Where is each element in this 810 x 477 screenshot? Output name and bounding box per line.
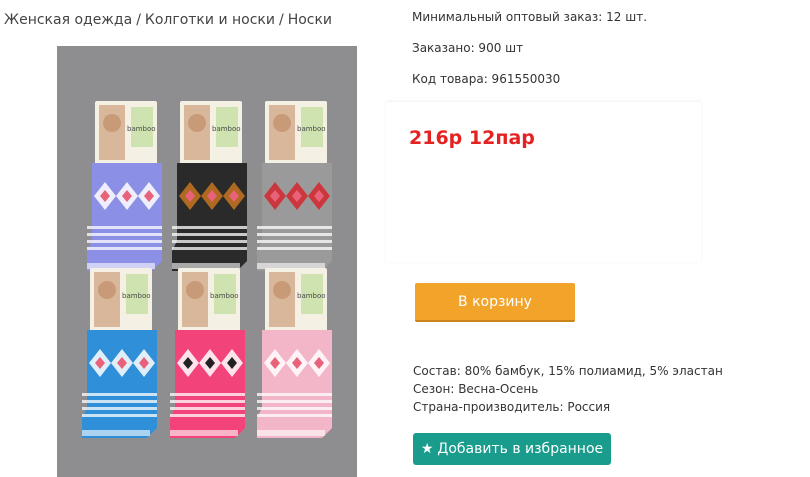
product-code-text: Код товара: 961550030 [412, 72, 561, 86]
breadcrumb: Женская одежда / Колготки и носки / Носки [4, 12, 332, 28]
socks-photo: bamboo bamboo bamboo bamboo bamboo bamboo [82, 101, 332, 438]
add-to-cart-button[interactable]: В корзину [415, 283, 575, 322]
add-to-favorites-label: Добавить в избранное [437, 441, 604, 457]
svg-text:bamboo: bamboo [297, 125, 326, 133]
add-to-favorites-button[interactable]: ★ Добавить в избранное [413, 433, 611, 465]
svg-text:bamboo: bamboo [297, 292, 326, 300]
svg-text:bamboo: bamboo [127, 125, 156, 133]
breadcrumb-separator: / [136, 12, 141, 28]
sock-pack: bamboo [257, 268, 332, 438]
price-value: 216р 12пар [409, 127, 535, 149]
country-text: Страна-производитель: Россия [413, 400, 611, 414]
breadcrumb-item-tights-socks[interactable]: Колготки и носки [145, 12, 275, 28]
min-order-text: Минимальный оптовый заказ: 12 шт. [412, 10, 648, 24]
breadcrumb-separator: / [278, 12, 284, 28]
ordered-count-text: Заказано: 900 шт [412, 41, 524, 55]
product-photo[interactable]: bamboo bamboo bamboo bamboo bamboo bamboo [57, 46, 357, 477]
sock-pack: bamboo [170, 268, 245, 438]
sock-pack: bamboo [257, 101, 332, 271]
season-text: Сезон: Весна-Осень [413, 382, 539, 396]
sock-pack: bamboo [172, 101, 247, 271]
svg-text:bamboo: bamboo [212, 125, 241, 133]
svg-text:bamboo: bamboo [122, 292, 151, 300]
price-panel: 216р 12пар [386, 101, 701, 262]
breadcrumb-item-socks[interactable]: Носки [288, 12, 332, 28]
svg-text:bamboo: bamboo [210, 292, 239, 300]
sock-pack: bamboo [82, 268, 157, 438]
sock-pack: bamboo [87, 101, 162, 271]
composition-text: Состав: 80% бамбук, 15% полиамид, 5% эла… [413, 364, 723, 378]
star-icon: ★ [420, 441, 434, 457]
breadcrumb-item-womens-clothing[interactable]: Женская одежда [4, 12, 132, 28]
